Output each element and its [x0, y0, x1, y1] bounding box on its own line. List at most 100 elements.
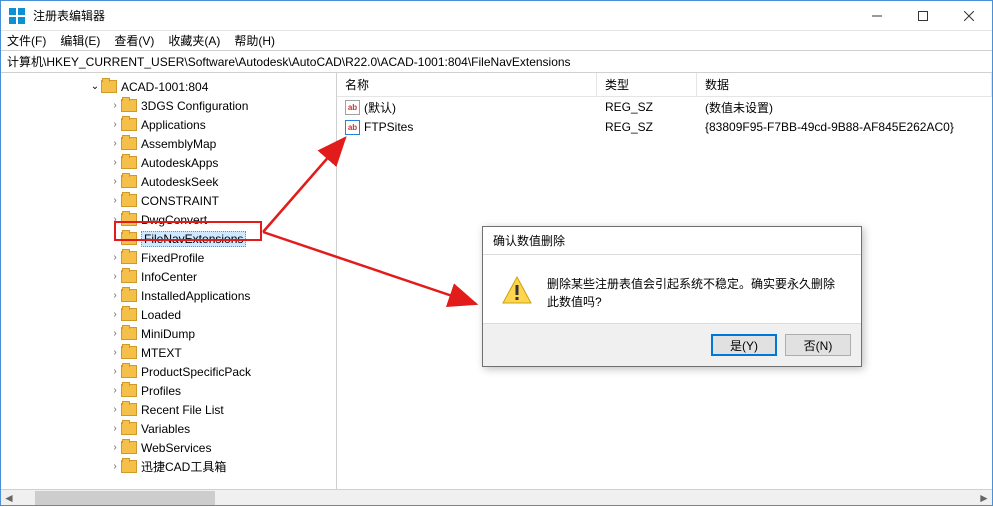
folder-icon: [121, 137, 137, 150]
horizontal-scrollbar[interactable]: ◄ ►: [1, 489, 992, 505]
folder-icon: [121, 232, 137, 245]
list-header: 名称 类型 数据: [337, 73, 992, 97]
dialog-title: 确认数值删除: [483, 227, 861, 255]
value-data: (数值未设置): [705, 99, 773, 116]
address-text: 计算机\HKEY_CURRENT_USER\Software\Autodesk\…: [7, 53, 571, 70]
folder-icon: [121, 403, 137, 416]
scroll-right-icon[interactable]: ►: [976, 490, 992, 506]
menubar: 文件(F) 编辑(E) 查看(V) 收藏夹(A) 帮助(H): [1, 31, 992, 51]
folder-icon: [121, 213, 137, 226]
menu-favorites[interactable]: 收藏夹(A): [168, 32, 220, 49]
folder-icon: [121, 175, 137, 188]
tree-item-label: MTEXT: [141, 346, 182, 360]
close-button[interactable]: [946, 1, 992, 31]
tree-item[interactable]: ›InfoCenter: [1, 267, 336, 286]
address-bar[interactable]: 计算机\HKEY_CURRENT_USER\Software\Autodesk\…: [1, 51, 992, 73]
app-icon: [9, 8, 25, 24]
confirm-dialog: 确认数值删除 删除某些注册表值会引起系统不稳定。确实要永久删除此数值吗? 是(Y…: [482, 226, 862, 367]
tree-item[interactable]: ›FixedProfile: [1, 248, 336, 267]
tree-item[interactable]: ›Loaded: [1, 305, 336, 324]
tree-item-label: Variables: [141, 422, 190, 436]
tree-item-label: InstalledApplications: [141, 289, 250, 303]
tree-item-label: MiniDump: [141, 327, 195, 341]
list-row[interactable]: (默认) REG_SZ (数值未设置): [337, 97, 992, 117]
tree-item-label: AutodeskApps: [141, 156, 218, 170]
maximize-button[interactable]: [900, 1, 946, 31]
tree-item[interactable]: ›迅捷CAD工具箱: [1, 457, 336, 476]
menu-view[interactable]: 查看(V): [114, 32, 154, 49]
tree-item-label: Profiles: [141, 384, 181, 398]
tree-item-label: Loaded: [141, 308, 181, 322]
tree-item[interactable]: ›ProductSpecificPack: [1, 362, 336, 381]
value-type: REG_SZ: [605, 100, 653, 114]
string-value-icon: [345, 120, 360, 135]
tree-item[interactable]: ›DwgConvert: [1, 210, 336, 229]
tree-item-label: Recent File List: [141, 403, 224, 417]
tree-item-label: FixedProfile: [141, 251, 204, 265]
folder-icon: [121, 441, 137, 454]
titlebar: 注册表编辑器: [1, 1, 992, 31]
value-type: REG_SZ: [605, 120, 653, 134]
folder-icon: [121, 346, 137, 359]
window-title: 注册表编辑器: [33, 7, 854, 24]
value-data: {83809F95-F7BB-49cd-9B88-AF845E262AC0}: [705, 120, 954, 134]
tree-item-label: AutodeskSeek: [141, 175, 218, 189]
scroll-left-icon[interactable]: ◄: [1, 490, 17, 506]
tree-item-label: InfoCenter: [141, 270, 197, 284]
col-header-type[interactable]: 类型: [597, 73, 697, 96]
tree-item-label: Applications: [141, 118, 206, 132]
string-value-icon: [345, 100, 360, 115]
warning-icon: [501, 275, 533, 303]
menu-help[interactable]: 帮助(H): [234, 32, 275, 49]
value-name: FTPSites: [364, 120, 413, 134]
folder-icon: [121, 308, 137, 321]
scroll-thumb[interactable]: [35, 491, 215, 505]
menu-file[interactable]: 文件(F): [7, 32, 46, 49]
folder-icon: [101, 80, 117, 93]
tree-item[interactable]: ›AutodeskSeek: [1, 172, 336, 191]
tree-item[interactable]: ›Variables: [1, 419, 336, 438]
dialog-message: 删除某些注册表值会引起系统不稳定。确实要永久删除此数值吗?: [547, 275, 843, 311]
tree-item[interactable]: ›CONSTRAINT: [1, 191, 336, 210]
minimize-button[interactable]: [854, 1, 900, 31]
dialog-yes-button[interactable]: 是(Y): [711, 334, 777, 356]
tree-item[interactable]: ›Profiles: [1, 381, 336, 400]
folder-icon: [121, 194, 137, 207]
tree-pane[interactable]: ⌄ACAD-1001:804›3DGS Configuration›Applic…: [1, 73, 337, 489]
col-header-name[interactable]: 名称: [337, 73, 597, 96]
value-name: (默认): [364, 99, 396, 116]
tree-item-label: 3DGS Configuration: [141, 99, 248, 113]
tree-item-parent[interactable]: ⌄ACAD-1001:804: [1, 77, 336, 96]
folder-icon: [121, 289, 137, 302]
folder-icon: [121, 156, 137, 169]
menu-edit[interactable]: 编辑(E): [60, 32, 100, 49]
folder-icon: [121, 422, 137, 435]
tree-item[interactable]: ›AssemblyMap: [1, 134, 336, 153]
tree-item[interactable]: ›FileNavExtensions: [1, 229, 336, 248]
tree-item[interactable]: ›Recent File List: [1, 400, 336, 419]
folder-icon: [121, 365, 137, 378]
dialog-no-button[interactable]: 否(N): [785, 334, 851, 356]
tree-item-label: ProductSpecificPack: [141, 365, 251, 379]
tree-item[interactable]: ›InstalledApplications: [1, 286, 336, 305]
tree-item-label: ACAD-1001:804: [121, 80, 208, 94]
folder-icon: [121, 251, 137, 264]
folder-icon: [121, 384, 137, 397]
tree-item[interactable]: ›3DGS Configuration: [1, 96, 336, 115]
tree-item[interactable]: ›Applications: [1, 115, 336, 134]
folder-icon: [121, 270, 137, 283]
tree-item[interactable]: ›AutodeskApps: [1, 153, 336, 172]
tree-item-label: 迅捷CAD工具箱: [141, 458, 226, 475]
folder-icon: [121, 327, 137, 340]
folder-icon: [121, 99, 137, 112]
tree-item-label: WebServices: [141, 441, 211, 455]
tree-item[interactable]: ›MTEXT: [1, 343, 336, 362]
tree-item[interactable]: ›WebServices: [1, 438, 336, 457]
tree-item-label: CONSTRAINT: [141, 194, 219, 208]
list-row[interactable]: FTPSites REG_SZ {83809F95-F7BB-49cd-9B88-A…: [337, 117, 992, 137]
folder-icon: [121, 460, 137, 473]
tree-item-label: FileNavExtensions: [141, 231, 246, 247]
tree-item[interactable]: ›MiniDump: [1, 324, 336, 343]
col-header-data[interactable]: 数据: [697, 73, 992, 96]
tree-item-label: AssemblyMap: [141, 137, 216, 151]
